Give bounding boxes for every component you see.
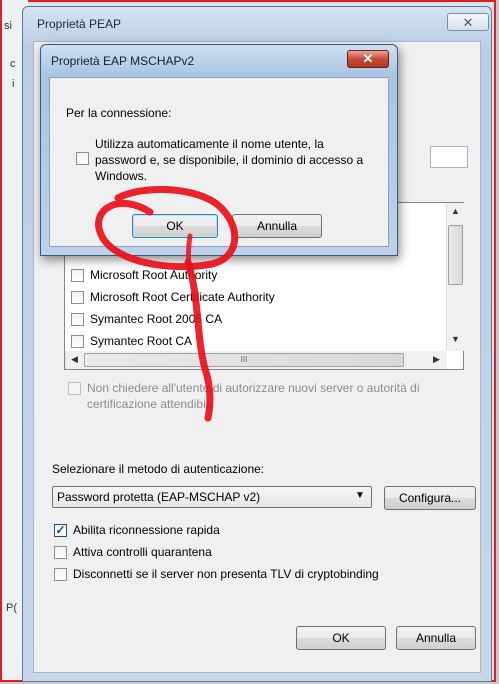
vertical-scrollbar[interactable]: ▲ ▼	[446, 203, 464, 351]
list-item-label: Microsoft Root Certificate Authority	[90, 290, 275, 304]
configure-label: Configura...	[398, 491, 462, 505]
list-item-label: Microsoft Root Authority	[90, 268, 218, 282]
ok-button[interactable]: OK	[296, 626, 386, 650]
list-item-label: Symantec Root CA	[90, 334, 193, 348]
no-ask-label: Non chiedere all'utente di autorizzare n…	[87, 381, 420, 411]
list-item[interactable]: Microsoft Root Authority	[71, 265, 217, 285]
dialog-title: Proprietà EAP MSCHAPv2	[51, 54, 195, 68]
auth-method-value: Password protetta (EAP-MSCHAP v2)	[57, 490, 261, 504]
no-ask-checkbox[interactable]	[68, 382, 81, 395]
auto-logon-option[interactable]: Utilizza automaticamente il nome utente,…	[76, 136, 376, 184]
list-item[interactable]: Symantec Root CA	[71, 331, 192, 351]
cancel-label: Annulla	[256, 219, 298, 233]
auth-method-select[interactable]: Password protetta (EAP-MSCHAP v2) ▼	[52, 486, 372, 508]
option-label: Attiva controlli quarantena	[73, 545, 212, 559]
chevron-down-icon: ▼	[355, 490, 365, 501]
option-label: Abilita riconnessione rapida	[73, 523, 220, 537]
list-item-checkbox[interactable]	[71, 290, 84, 304]
background-text: i	[12, 78, 15, 90]
window-title: Proprietà PEAP	[37, 17, 122, 31]
background-text: si	[4, 20, 12, 32]
scroll-right-icon[interactable]: ▶	[428, 351, 445, 368]
cryptobinding-option[interactable]: Disconnetti se il server non presenta TL…	[54, 564, 379, 584]
cancel-button[interactable]: Annulla	[232, 214, 322, 238]
close-icon: ✕	[462, 15, 474, 30]
scroll-thumb[interactable]: III	[84, 353, 404, 367]
cancel-label: Annulla	[415, 631, 457, 645]
dialog-body: Per la connessione: Utilizza automaticam…	[49, 77, 389, 247]
option-label: Disconnetti se il server non presenta TL…	[73, 567, 379, 581]
horizontal-scrollbar[interactable]: ◀ III ▶	[65, 351, 447, 369]
auto-logon-label: Utilizza automaticamente il nome utente,…	[95, 137, 364, 183]
list-item[interactable]: Symantec Root 2005 CA	[71, 309, 222, 329]
close-button[interactable]: ✕	[447, 13, 489, 31]
scroll-thumb[interactable]	[448, 225, 463, 285]
scroll-left-icon[interactable]: ◀	[66, 351, 83, 368]
auto-logon-checkbox[interactable]	[76, 152, 89, 165]
fast-reconnect-checkbox[interactable]	[54, 523, 67, 537]
section-label: Per la connessione:	[66, 106, 172, 120]
list-item-checkbox[interactable]	[71, 268, 84, 282]
list-item[interactable]: Microsoft Root Certificate Authority	[71, 287, 275, 307]
server-name-field[interactable]	[430, 146, 468, 168]
close-button[interactable]: ✕	[347, 50, 389, 68]
auth-method-label: Selezionare il metodo di autenticazione:	[52, 462, 265, 476]
scroll-up-icon[interactable]: ▲	[447, 203, 464, 220]
eap-mschapv2-dialog: Proprietà EAP MSCHAPv2 ✕ Per la connessi…	[40, 44, 398, 256]
background-text: P(	[6, 602, 17, 614]
ok-label: OK	[166, 219, 184, 233]
list-item-checkbox[interactable]	[71, 334, 84, 348]
ok-label: OK	[332, 631, 350, 645]
configure-button[interactable]: Configura...	[384, 486, 476, 510]
scroll-down-icon[interactable]: ▼	[447, 331, 464, 348]
close-icon: ✕	[362, 51, 374, 66]
list-item-checkbox[interactable]	[71, 312, 84, 326]
cancel-button[interactable]: Annulla	[396, 626, 476, 650]
background-text: c	[10, 58, 16, 70]
cryptobinding-checkbox[interactable]	[54, 567, 67, 581]
fast-reconnect-option[interactable]: Abilita riconnessione rapida	[54, 520, 220, 540]
list-item-label: Symantec Root 2005 CA	[90, 312, 223, 326]
quarantine-checkbox[interactable]	[54, 545, 67, 559]
ok-button[interactable]: OK	[132, 214, 218, 238]
scroll-grip: III	[240, 355, 248, 364]
no-ask-option[interactable]: Non chiedere all'utente di autorizzare n…	[68, 380, 458, 412]
quarantine-checks-option[interactable]: Attiva controlli quarantena	[54, 542, 212, 562]
